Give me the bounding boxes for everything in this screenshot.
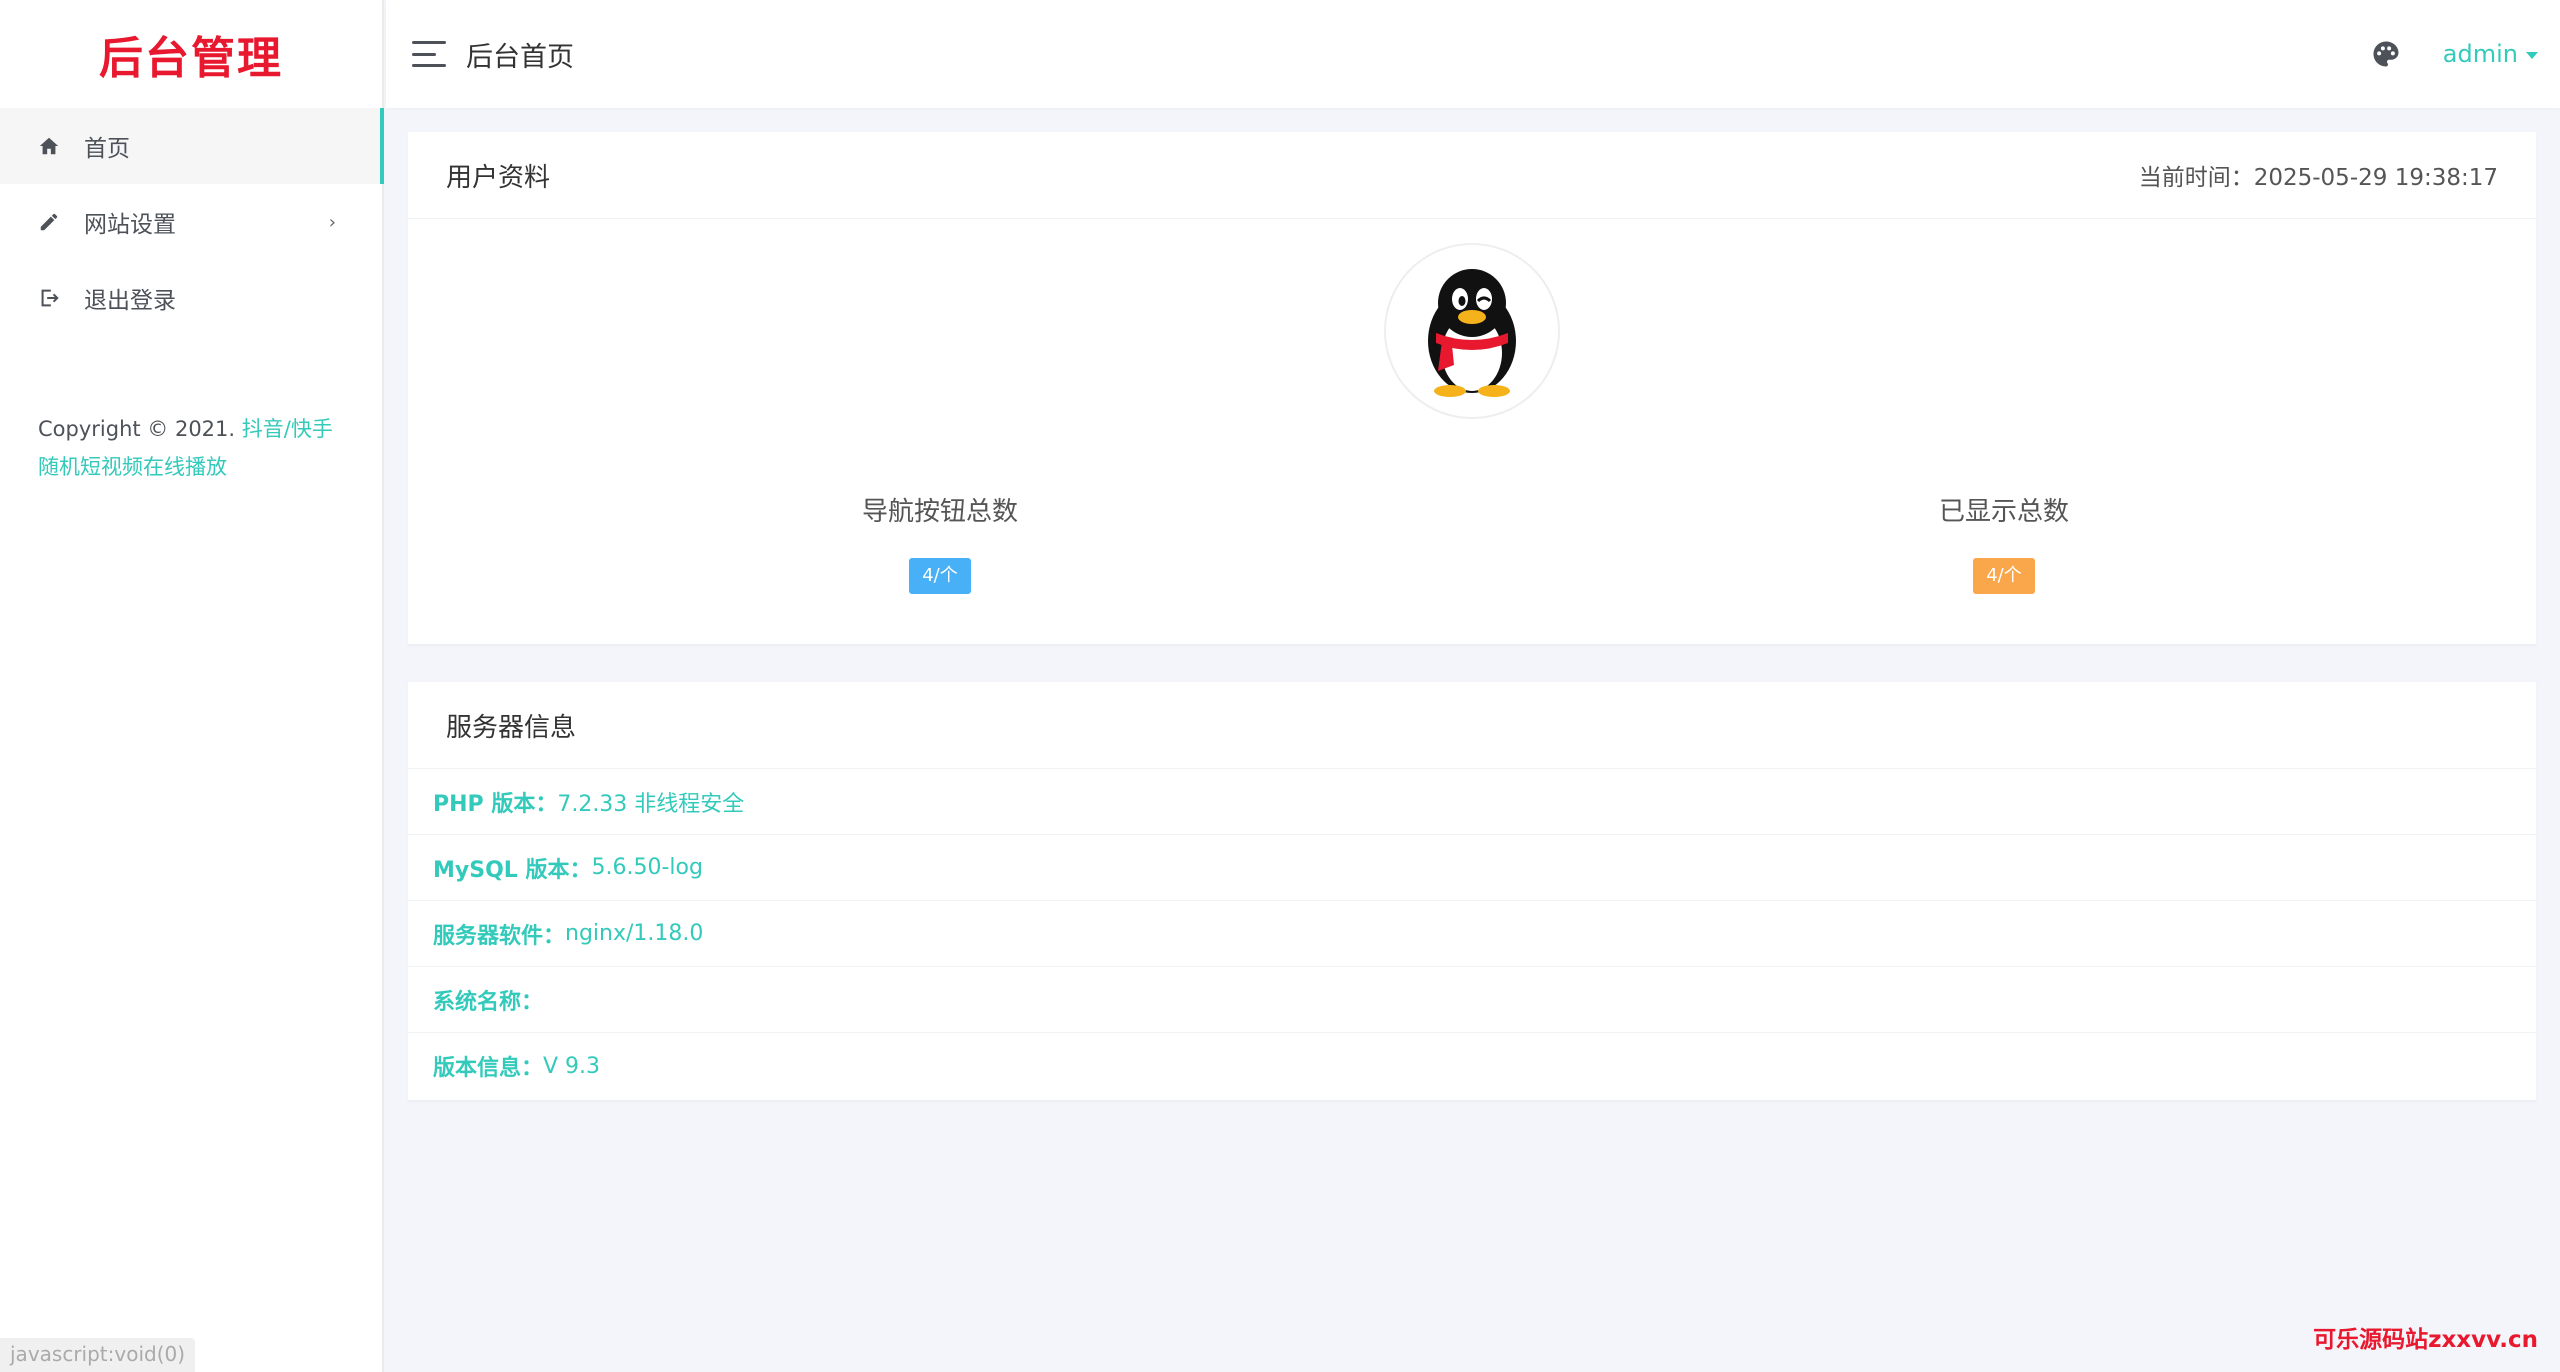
server-info-card: 服务器信息 PHP 版本： 7.2.33 非线程安全 MySQL 版本： 5.6… [408,682,2536,1100]
pencil-icon [36,209,62,235]
sidebar-item-label: 退出登录 [84,288,176,314]
sidebar-item-logout[interactable]: 退出登录 [0,260,382,336]
sidebar-item-site-settings[interactable]: 网站设置 › [0,184,382,260]
penguin-icon [1428,269,1516,397]
top-header: 后台首页 admin [386,0,2560,108]
info-key: PHP 版本： [433,791,558,817]
sidebar-item-label: 网站设置 [84,212,176,238]
info-key: MySQL 版本： [433,857,592,883]
menu-toggle-icon[interactable] [412,41,446,67]
user-name: admin [2442,40,2518,68]
info-value: nginx/1.18.0 [565,921,704,946]
info-key: 版本信息： [433,1056,544,1081]
current-time-label: 当前时间： [2138,165,2254,191]
avatar [1384,243,1560,419]
card-title: 用户资料 [446,162,551,193]
profile-card: 用户资料 当前时间：2025-05-29 19:38:17 导航按钮总数 4/个… [408,132,2536,644]
app-logo[interactable]: 后台管理 [0,0,382,108]
caret-down-icon [2526,51,2538,59]
info-value: 5.6.50-log [591,855,703,880]
current-time: 当前时间：2025-05-29 19:38:17 [2139,158,2498,192]
page-title: 后台首页 [466,41,574,73]
home-icon [36,133,62,159]
browser-status-bar: javascript:void(0) [0,1338,196,1372]
stat-nav-buttons: 导航按钮总数 4/个 [408,491,1472,594]
stat-label: 导航按钮总数 [861,497,1018,527]
chevron-right-icon: › [328,211,336,233]
stat-badge: 4/个 [909,558,971,594]
card-title: 服务器信息 [446,712,577,743]
sidebar-item-home[interactable]: 首页 [0,108,384,184]
info-key: 服务器软件： [433,923,566,949]
info-row-php: PHP 版本： 7.2.33 非线程安全 [408,769,2536,835]
info-value: V 9.3 [543,1053,601,1079]
info-row-mysql: MySQL 版本： 5.6.50-log [408,835,2536,901]
watermark: 可乐源码站zxxvv.cn [2313,1327,2538,1353]
current-time-value: 2025-05-29 19:38:17 [2253,165,2498,191]
info-row-server-software: 服务器软件： nginx/1.18.0 [408,901,2536,967]
logout-icon [36,285,62,311]
stat-displayed: 已显示总数 4/个 [1472,491,2536,594]
info-row-system-name: 系统名称： [408,967,2536,1033]
sidebar: 后台管理 首页 网站设置 › 退出登录 Copyright © 2021. 抖音… [0,0,384,1372]
user-menu[interactable]: admin [2443,40,2538,68]
copyright: Copyright © 2021. 抖音/快手随机短视频在线播放 [0,410,382,486]
sidebar-item-label: 首页 [84,136,130,162]
copyright-text: Copyright © 2021. [38,417,236,441]
info-value: 7.2.33 非线程安全 [557,791,745,817]
palette-icon[interactable] [2371,39,2401,69]
info-row-version: 版本信息： V 9.3 [408,1033,2536,1099]
stat-badge: 4/个 [1973,558,2035,594]
info-key: 系统名称： [433,989,544,1015]
stat-label: 已显示总数 [1938,497,2069,527]
